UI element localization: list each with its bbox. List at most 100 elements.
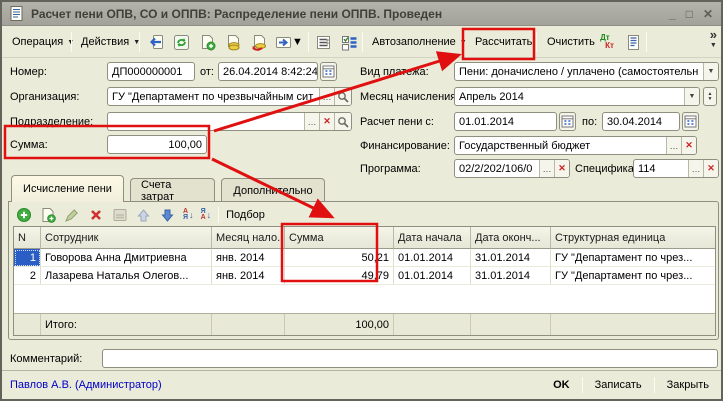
end-edit-button[interactable] [111,207,128,224]
table-empty-area[interactable] [14,285,715,313]
move-down-button[interactable] [159,207,176,224]
reread-button[interactable] [144,31,166,53]
date-start-cell[interactable]: 01.01.2014 [394,249,471,267]
column-header-employee[interactable]: Сотрудник [41,227,212,249]
close-button[interactable]: Закрыть [663,379,713,391]
month-cell[interactable]: янв. 2014 [212,249,285,267]
copy-button[interactable] [196,31,218,53]
copy-row-button[interactable] [39,207,56,224]
doc-date-calendar-button[interactable] [320,62,337,81]
unit-cell[interactable]: ГУ "Департамент по чрез... [551,249,715,267]
set-flags-button[interactable] [338,31,360,53]
employee-cell[interactable]: Говорова Анна Дмитриевна [41,249,212,267]
specifics-select-button[interactable]: … [688,160,703,177]
current-user-link[interactable]: Павлов А.В. (Администратор) [10,379,549,391]
related-documents-button[interactable] [622,31,644,53]
toolbar-overflow-button[interactable]: » ▼ [710,29,717,51]
pick-button[interactable]: Подбор [226,209,265,221]
department-field[interactable]: … ✕ [107,112,352,131]
department-clear-button[interactable]: ✕ [319,113,334,130]
maximize-icon[interactable]: □ [686,7,693,21]
tab-penalty-calculation[interactable]: Исчисление пени [11,175,124,202]
doc-date-label: от: [200,66,214,78]
payment-type-dropdown-button[interactable]: ▼ [703,63,718,80]
date-start-cell[interactable]: 01.01.2014 [394,267,471,285]
autofill-menu-button[interactable]: Автозаполнение▼ [366,30,473,54]
tab-cost-accounts[interactable]: Счета затрат [130,178,215,202]
actions-menu-button[interactable]: Действия▼ [75,30,146,54]
add-row-button[interactable] [15,207,32,224]
penalty-to-calendar-button[interactable] [682,112,699,131]
employee-cell[interactable]: Лазарева Наталья Олегов... [41,267,212,285]
unit-cell[interactable]: ГУ "Департамент по чрез... [551,267,715,285]
undo-posting-button[interactable] [248,31,270,53]
program-select-button[interactable]: … [539,160,554,177]
close-icon[interactable]: ✕ [703,7,713,21]
date-end-cell[interactable]: 31.01.2014 [471,249,551,267]
column-header-date-end[interactable]: Дата оконч... [471,227,551,249]
penalty-from-calendar-button[interactable] [559,112,576,131]
amount-field[interactable]: 100,00 [107,135,207,154]
payment-type-combo[interactable]: Пени: доначислено / уплачено (самостояте… [454,62,719,81]
organization-select-button[interactable]: … [319,88,334,105]
department-open-button[interactable] [334,113,351,130]
accrual-month-field[interactable]: Апрель 2014 ▼ [454,87,700,106]
organization-open-button[interactable] [334,88,351,105]
doc-date-field[interactable]: 26.04.2014 8:42:24 [218,62,318,81]
department-select-button[interactable]: … [304,113,319,130]
program-field[interactable]: 02/2/202/106/0 … ✕ [454,159,570,178]
titlebar[interactable]: Расчет пени ОПВ, СО и ОППВ: Распределени… [2,2,721,26]
checkbox-flags-icon [341,34,358,51]
table-row[interactable]: 2 Лазарева Наталья Олегов... янв. 2014 4… [14,267,715,285]
amount-cell[interactable]: 49,79 [285,267,394,285]
organization-field[interactable]: ГУ "Департамент по чрезвычайным сит … [107,87,352,106]
penalty-to-field[interactable]: 30.04.2014 [602,112,680,131]
column-header-n[interactable]: N [14,227,41,249]
accrual-month-spinner[interactable]: ▲ ▼ [703,87,717,106]
financing-clear-button[interactable]: ✕ [681,137,696,154]
comment-field[interactable] [102,349,718,368]
column-header-amount[interactable]: Сумма [285,227,394,249]
row-number-cell-selected[interactable]: 1 [14,249,41,267]
financing-field[interactable]: Государственный бюджет … ✕ [454,136,697,155]
number-field[interactable]: ДП000000001 [107,62,195,81]
save-button[interactable]: Записать [591,379,646,391]
clear-x-icon: ✕ [685,140,693,151]
date-end-cell[interactable]: 31.01.2014 [471,267,551,285]
sort-arrow-icon: ↓ [207,210,212,220]
ok-button[interactable]: OK [549,379,574,391]
specifics-label: Специфика: [575,163,637,175]
minimize-icon[interactable]: _ [669,7,676,21]
dt-kt-icon: Дт Кт [600,34,614,50]
specifics-field[interactable]: 114 … ✕ [633,159,719,178]
sort-descending-button[interactable]: Я А ↓ [201,209,212,221]
delete-row-button[interactable] [87,207,104,224]
clear-button[interactable]: Очистить [541,30,601,54]
financing-select-button[interactable]: … [666,137,681,154]
table-row[interactable]: 1 Говорова Анна Дмитриевна янв. 2014 50,… [14,249,715,267]
accrual-month-dropdown-button[interactable]: ▼ [684,88,699,105]
amount-cell[interactable]: 50,21 [285,249,394,267]
tab-label: Дополнительно [233,185,312,197]
month-cell[interactable]: янв. 2014 [212,267,285,285]
operation-menu-button[interactable]: Операция▼ [6,30,80,54]
footer-cell [471,314,551,335]
refresh-button[interactable] [170,31,192,53]
specifics-clear-button[interactable]: ✕ [703,160,718,177]
penalty-from-field[interactable]: 01.01.2014 [454,112,557,131]
tab-additional[interactable]: Дополнительно [221,178,325,202]
column-header-unit[interactable]: Структурная единица [551,227,715,249]
sort-ascending-button[interactable]: А Я ↓ [183,209,194,221]
column-header-month[interactable]: Месяц нало... [212,227,285,249]
button-separator [582,377,583,393]
dt-kt-button[interactable]: Дт Кт [596,31,618,53]
row-number-cell[interactable]: 2 [14,267,41,285]
calculate-button[interactable]: Рассчитать [469,30,538,54]
go-to-button[interactable]: ▼ [274,31,304,53]
post-document-button[interactable] [222,31,244,53]
move-up-button[interactable] [135,207,152,224]
edit-row-button[interactable] [63,207,80,224]
list-settings-button[interactable] [312,31,334,53]
column-header-date-start[interactable]: Дата начала [394,227,471,249]
program-clear-button[interactable]: ✕ [554,160,569,177]
